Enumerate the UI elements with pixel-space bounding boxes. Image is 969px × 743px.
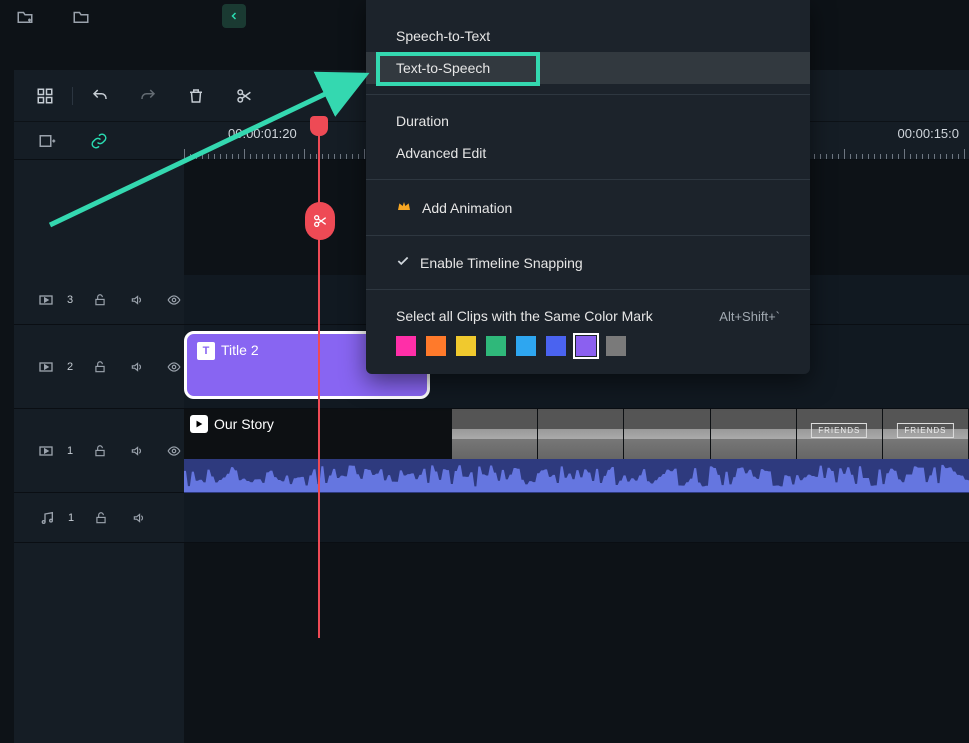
color-swatch[interactable] xyxy=(396,336,416,356)
track-head-audio: 1 xyxy=(14,493,184,542)
menu-select-color-mark-label: Select all Clips with the Same Color Mar… xyxy=(396,308,653,324)
menu-shortcut: Alt+Shift+` xyxy=(719,309,780,324)
timecode-right: 00:00:15:0 xyxy=(898,126,959,141)
video-clip[interactable]: Our Story FRIENDS FRIENDS xyxy=(184,409,969,459)
context-menu: Speech-to-Text Text-to-Speech Duration A… xyxy=(366,0,810,374)
track-head-2: 2 xyxy=(14,325,184,408)
color-swatch[interactable] xyxy=(486,336,506,356)
menu-advanced-edit-label: Advanced Edit xyxy=(396,145,486,161)
audio-track-lane[interactable] xyxy=(184,493,969,542)
menu-timeline-snapping[interactable]: Enable Timeline Snapping xyxy=(366,246,810,279)
menu-separator xyxy=(366,179,810,180)
menu-select-color-mark[interactable]: Select all Clips with the Same Color Mar… xyxy=(366,300,810,332)
menu-text-to-speech[interactable]: Text-to-Speech xyxy=(366,52,810,84)
menu-duration[interactable]: Duration xyxy=(366,105,810,137)
video-thumbnail: FRIENDS xyxy=(883,409,969,459)
split-icon[interactable] xyxy=(233,85,255,107)
audio-icon[interactable] xyxy=(126,289,147,311)
thumbnail-label: FRIENDS xyxy=(897,423,953,438)
folder-icon[interactable] xyxy=(70,6,92,28)
track-head-3: 3 xyxy=(14,275,184,324)
redo-icon[interactable] xyxy=(137,85,159,107)
eye-icon[interactable] xyxy=(163,356,184,378)
add-track-icon[interactable] xyxy=(36,130,58,152)
menu-advanced-edit[interactable]: Advanced Edit xyxy=(366,137,810,169)
track-head-empty xyxy=(14,543,184,743)
menu-timeline-snapping-label: Enable Timeline Snapping xyxy=(420,255,583,271)
audio-icon[interactable] xyxy=(126,440,147,462)
color-swatch[interactable] xyxy=(516,336,536,356)
video-thumbnail xyxy=(452,409,538,459)
video-thumbnail xyxy=(624,409,710,459)
menu-speech-to-text-label: Speech-to-Text xyxy=(396,28,490,44)
video-track-icon xyxy=(36,440,57,462)
menu-add-animation[interactable]: Add Animation xyxy=(366,190,810,225)
video-track-icon xyxy=(36,289,57,311)
color-swatches xyxy=(366,332,810,356)
undo-icon[interactable] xyxy=(89,85,111,107)
eye-icon[interactable] xyxy=(163,440,184,462)
crown-icon xyxy=(396,198,412,217)
dashboard-icon[interactable] xyxy=(34,85,56,107)
color-swatch[interactable] xyxy=(546,336,566,356)
menu-separator xyxy=(366,235,810,236)
track-head-spacer xyxy=(14,160,184,275)
new-folder-icon[interactable] xyxy=(14,6,36,28)
video-thumbnail: FRIENDS xyxy=(797,409,883,459)
track-2-number: 2 xyxy=(67,361,73,373)
empty-lane[interactable] xyxy=(184,543,969,743)
unlock-icon[interactable] xyxy=(89,289,110,311)
track-head-1: 1 xyxy=(14,409,184,492)
color-swatch[interactable] xyxy=(426,336,446,356)
delete-icon[interactable] xyxy=(185,85,207,107)
track-1-lane[interactable]: Our Story FRIENDS FRIENDS xyxy=(184,409,969,492)
video-track-icon xyxy=(36,356,57,378)
audio-track-number: 1 xyxy=(68,512,74,524)
title-clip-label: Title 2 xyxy=(221,342,259,358)
audio-waveform[interactable] xyxy=(184,459,969,493)
track-3-number: 3 xyxy=(67,294,73,306)
timecode-left: 00:00:01:20 xyxy=(228,126,297,141)
cut-badge-icon[interactable] xyxy=(305,202,335,240)
play-icon xyxy=(190,415,208,433)
color-swatch[interactable] xyxy=(576,336,596,356)
link-icon[interactable] xyxy=(88,130,110,152)
track-1-number: 1 xyxy=(67,445,73,457)
menu-add-animation-label: Add Animation xyxy=(422,200,512,216)
playhead[interactable] xyxy=(318,122,320,638)
text-clip-icon: T xyxy=(197,342,215,360)
music-track-icon xyxy=(36,507,58,529)
separator xyxy=(72,87,73,105)
menu-speech-to-text[interactable]: Speech-to-Text xyxy=(366,20,810,52)
video-thumbnail xyxy=(538,409,624,459)
unlock-icon[interactable] xyxy=(89,356,110,378)
thumbnail-label: FRIENDS xyxy=(811,423,867,438)
video-clip-label: Our Story xyxy=(214,416,274,432)
audio-icon[interactable] xyxy=(128,507,150,529)
unlock-icon[interactable] xyxy=(90,507,112,529)
menu-separator xyxy=(366,289,810,290)
check-icon xyxy=(396,254,410,271)
menu-duration-label: Duration xyxy=(396,113,449,129)
collapse-panel-button[interactable] xyxy=(222,4,246,28)
eye-icon[interactable] xyxy=(163,289,184,311)
menu-separator xyxy=(366,94,810,95)
audio-icon[interactable] xyxy=(126,356,147,378)
video-thumbnail xyxy=(711,409,797,459)
color-swatch[interactable] xyxy=(606,336,626,356)
menu-text-to-speech-label: Text-to-Speech xyxy=(396,60,490,76)
color-swatch[interactable] xyxy=(456,336,476,356)
unlock-icon[interactable] xyxy=(89,440,110,462)
